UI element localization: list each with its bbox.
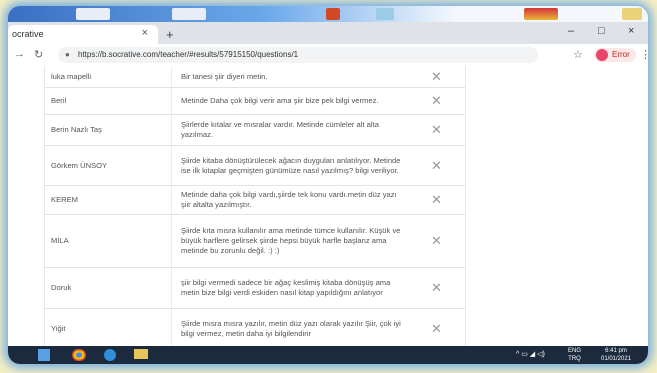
incorrect-icon[interactable]: ✕ [431,193,442,207]
student-answer: Şiirlerde kıtalar ve mısralar vardır. Me… [171,115,407,145]
incorrect-icon[interactable]: ✕ [431,281,442,295]
student-name: Beril [51,96,67,105]
background-taskbar-strip [8,6,648,22]
word-document-icon[interactable] [172,8,206,20]
minimize-icon[interactable]: – [568,25,574,37]
flag-icon [524,8,558,20]
incorrect-icon[interactable]: ✕ [431,158,442,173]
window-close-icon[interactable]: × [628,25,634,37]
windows-taskbar: ^ ▭ ◢ ◁) ENG TRQ 6:41 pm 01/01/2021 [8,346,648,364]
clock-date: 01/01/2021 [601,356,632,362]
student-name: Berin Nazlı Taş [51,125,102,134]
incorrect-icon[interactable]: ✕ [431,94,442,108]
table-row: Yiğit Şiirde mısra mısra yazılır, metin … [45,309,465,346]
student-name: KEREM [51,195,79,204]
url-text: https://b.socrative.com/teacher/#results… [78,50,299,59]
word-document-icon[interactable] [76,8,110,20]
student-answer: Metinde Daha çok bilgi verir ama şiir bi… [171,88,407,114]
student-answer: Şiirde kitaba dönüştürülecek ağacın duyg… [171,146,407,185]
student-name: Görkem ÜNSOY [51,160,108,170]
profile-error-button[interactable]: Error [594,48,636,62]
incorrect-icon[interactable]: ✕ [431,69,442,84]
student-answer: Şiirde kıta mısra kullanılır ama metinde… [171,215,407,267]
browser-menu-icon[interactable]: ⋮ [640,48,648,61]
reload-icon[interactable]: ↻ [34,48,43,61]
windows-start-icon[interactable] [38,349,50,361]
tab-title: ocrative [12,29,44,39]
student-name: MİLA [51,236,69,245]
clock-time: 6:41 pm [605,348,627,354]
student-answer: Şiirde mısra mısra yazılır, metin düz ya… [171,309,407,346]
student-name: Doruk [51,283,72,292]
maximize-icon[interactable]: □ [598,25,605,37]
incorrect-icon[interactable]: ✕ [431,234,442,248]
avatar [596,49,608,61]
table-row: Beril Metinde Daha çok bilgi verir ama ş… [45,88,465,115]
responses-table: luka mapelli Bir tanesi şiir diyeri meti… [44,66,466,346]
tab-socrative[interactable]: ocrative × [8,25,158,44]
table-row: luka mapelli Bir tanesi şiir diyeri meti… [45,66,465,88]
table-row: Berin Nazlı Taş Şiirlerde kıtalar ve mıs… [45,115,465,146]
student-answer: Metinde daha çok bilgi vardı,şiirde tek … [171,186,407,214]
bookmark-star-icon[interactable]: ☆ [573,48,583,61]
folder-icon[interactable] [622,8,642,20]
incorrect-icon[interactable]: ✕ [431,322,442,336]
tab-close-icon[interactable]: × [142,27,148,39]
student-answer: Bir tanesi şiir diyeri metin. [171,66,407,87]
new-tab-icon[interactable]: + [166,27,174,42]
table-row: Doruk şiir bilgi vermedi sadece bir ağaç… [45,268,465,309]
file-explorer-icon[interactable] [134,349,148,359]
browser-tab-strip: ocrative × + – □ × [8,22,648,44]
powerpoint-icon[interactable] [326,8,340,20]
error-label: Error [612,50,630,59]
clock[interactable]: 6:41 pm 01/01/2021 [601,347,631,363]
incorrect-icon[interactable]: ✕ [431,123,442,137]
student-name: luka mapelli [51,71,92,81]
address-bar[interactable]: ● https://b.socrative.com/teacher/#resul… [58,47,538,63]
results-content: luka mapelli Bir tanesi şiir diyeri meti… [8,66,648,346]
forward-icon[interactable]: → [14,48,25,60]
screen-frame: ocrative × + – □ × → ↻ ● https://b.socra… [8,6,648,364]
image-viewer-icon[interactable] [376,8,394,20]
chrome-icon[interactable] [72,349,86,361]
system-tray-icons[interactable]: ^ ▭ ◢ ◁) [516,350,545,358]
table-row: KEREM Metinde daha çok bilgi vardı,şiird… [45,186,465,215]
student-answer: şiir bilgi vermedi sadece bir ağaç kesli… [171,268,407,308]
lang-top: ENG [568,348,582,354]
table-row: Görkem ÜNSOY Şiirde kitaba dönüştürülece… [45,146,465,186]
language-indicator[interactable]: ENG TRQ [568,347,581,363]
student-name: Yiğit [51,324,66,333]
lang-bottom: TRQ [568,356,581,362]
lock-icon: ● [65,50,70,59]
edge-icon[interactable] [104,349,116,361]
address-bar-row: → ↻ ● https://b.socrative.com/teacher/#r… [8,44,648,67]
table-row: MİLA Şiirde kıta mısra kullanılır ama me… [45,215,465,268]
